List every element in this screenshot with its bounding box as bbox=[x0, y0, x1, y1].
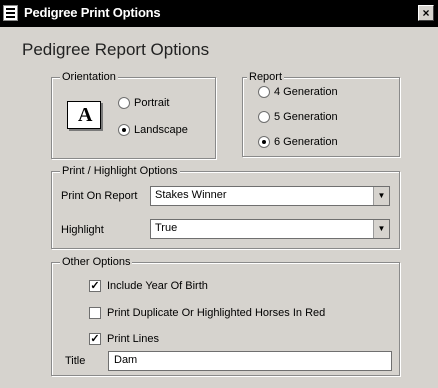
print-on-report-value: Stakes Winner bbox=[155, 189, 227, 201]
print-lines-checkbox[interactable]: ✓ bbox=[89, 333, 101, 345]
5-generation-radio[interactable] bbox=[258, 111, 270, 123]
print-on-report-select[interactable]: Stakes Winner ▼ bbox=[150, 186, 390, 206]
title-input[interactable]: Dam bbox=[108, 351, 392, 371]
landscape-radio[interactable] bbox=[118, 124, 130, 136]
highlight-value: True bbox=[155, 222, 178, 234]
4-generation-radio[interactable] bbox=[258, 86, 270, 98]
5-generation-label[interactable]: 5 Generation bbox=[274, 110, 338, 124]
highlight-label: Highlight bbox=[61, 224, 104, 236]
report-legend: Report bbox=[247, 70, 285, 84]
4-generation-label[interactable]: 4 Generation bbox=[274, 85, 338, 99]
title-input-value: Dam bbox=[114, 354, 138, 366]
window-title: Pedigree Print Options bbox=[24, 5, 161, 20]
title-field-label: Title bbox=[65, 355, 86, 367]
6-generation-label[interactable]: 6 Generation bbox=[274, 135, 338, 149]
orientation-legend: Orientation bbox=[60, 70, 118, 84]
include-year-of-birth-checkbox[interactable]: ✓ bbox=[89, 280, 101, 292]
portrait-label[interactable]: Portrait bbox=[134, 96, 169, 110]
pedigree-print-options-window: Pedigree Print Options × Pedigree Report… bbox=[0, 0, 438, 388]
other-options-legend: Other Options bbox=[60, 255, 133, 269]
highlight-select[interactable]: True ▼ bbox=[150, 219, 390, 239]
print-lines-label[interactable]: Print Lines bbox=[107, 332, 159, 346]
page-title: Pedigree Report Options bbox=[22, 40, 210, 59]
landscape-page-icon: A bbox=[67, 101, 101, 129]
chevron-down-icon[interactable]: ▼ bbox=[373, 220, 389, 238]
close-icon[interactable]: × bbox=[418, 5, 434, 21]
pedigree-app-icon[interactable] bbox=[3, 5, 18, 21]
include-year-of-birth-label[interactable]: Include Year Of Birth bbox=[107, 279, 208, 293]
orientation-icon-letter: A bbox=[78, 104, 93, 126]
6-generation-radio[interactable] bbox=[258, 136, 270, 148]
print-duplicate-red-label[interactable]: Print Duplicate Or Highlighted Horses In… bbox=[107, 306, 325, 320]
print-duplicate-red-checkbox[interactable] bbox=[89, 307, 101, 319]
title-bar[interactable]: Pedigree Print Options × bbox=[0, 0, 438, 27]
landscape-label[interactable]: Landscape bbox=[134, 123, 188, 137]
portrait-radio[interactable] bbox=[118, 97, 130, 109]
chevron-down-icon[interactable]: ▼ bbox=[373, 187, 389, 205]
print-highlight-legend: Print / Highlight Options bbox=[60, 164, 180, 178]
print-on-report-label: Print On Report bbox=[61, 190, 138, 202]
